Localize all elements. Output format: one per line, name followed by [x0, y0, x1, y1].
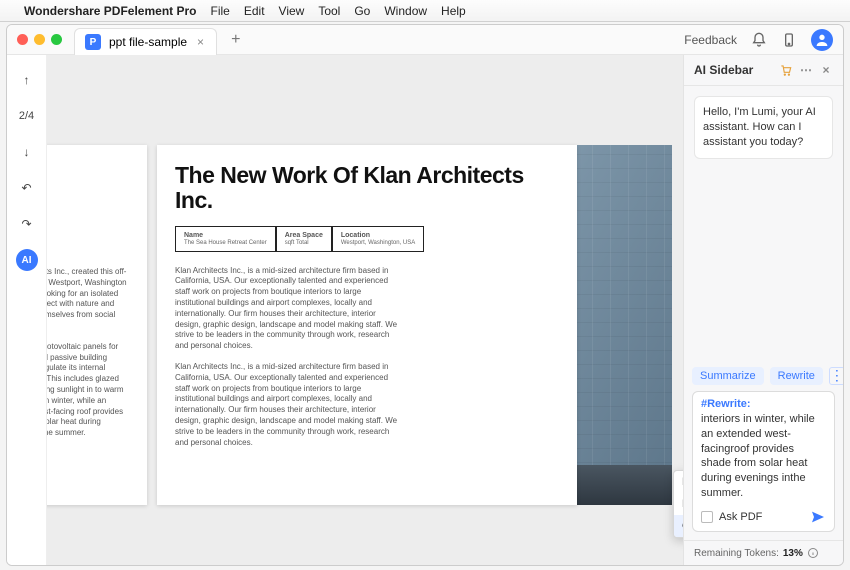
chip-summarize[interactable]: Summarize [692, 367, 764, 385]
ask-pdf-label: Ask PDF [719, 511, 762, 523]
redo-button[interactable]: ↷ [15, 213, 39, 235]
paragraph-2: Klan Architects Inc., is a mid-sized arc… [175, 362, 398, 448]
undo-button[interactable]: ↶ [15, 177, 39, 199]
ai-greeting: Hello, I'm Lumi, your AI assistant. How … [694, 96, 833, 159]
tab-close-icon[interactable]: × [195, 35, 206, 49]
document-canvas[interactable]: Klan Architects Inc., created this off-g… [47, 55, 683, 565]
page-left: Klan Architects Inc., created this off-g… [47, 145, 147, 505]
menu-item-proofread[interactable]: Proofread [674, 471, 683, 493]
menu-help[interactable]: Help [441, 4, 466, 18]
send-icon[interactable] [810, 509, 826, 525]
more-icon[interactable]: ⋯ [799, 63, 813, 77]
page-indicator: 2/4 [15, 105, 39, 127]
page-down-button[interactable]: ↓ [15, 141, 39, 163]
quick-actions: Summarize Rewrite ⋮ [684, 367, 843, 391]
feedback-button[interactable]: Feedback [684, 33, 737, 47]
menu-file[interactable]: File [211, 4, 230, 18]
mac-menubar: Wondershare PDFelement Pro File Edit Vie… [0, 0, 850, 22]
left-rail: ↑ 2/4 ↓ ↶ ↷ AI [7, 55, 47, 565]
zoom-icon[interactable] [51, 34, 62, 45]
menu-view[interactable]: View [279, 4, 305, 18]
bell-icon[interactable] [751, 32, 767, 48]
info-grid: NameThe Sea House Retreat Center Area Sp… [175, 226, 559, 252]
paragraph-1: Klan Architects Inc., is a mid-sized arc… [175, 266, 398, 352]
composer-tag: #Rewrite: [701, 398, 826, 410]
cart-icon[interactable] [779, 63, 793, 77]
minimize-icon[interactable] [34, 34, 45, 45]
sidebar-footer: Remaining Tokens: 13% [684, 540, 843, 565]
menu-edit[interactable]: Edit [244, 4, 265, 18]
close-sidebar-icon[interactable]: × [819, 63, 833, 77]
new-tab-button[interactable]: + [231, 31, 240, 49]
avatar[interactable] [811, 29, 833, 51]
pdf-icon: P [85, 34, 101, 50]
chip-more-button[interactable]: ⋮ [829, 367, 844, 385]
device-icon[interactable] [781, 32, 797, 48]
app-name[interactable]: Wondershare PDFelement Pro [24, 4, 197, 18]
composer[interactable]: #Rewrite: interiors in winter, while an … [692, 391, 835, 532]
menu-item-custom[interactable]: Custom [674, 515, 683, 537]
composer-text[interactable]: interiors in winter, while an extended w… [701, 412, 826, 501]
more-menu-popup: Proofread Explain Custom [673, 470, 683, 538]
ai-sidebar: AI Sidebar ⋯ × Hello, I'm Lumi, your AI … [683, 55, 843, 565]
doc-heading: The New Work Of Klan Architects Inc. [175, 163, 559, 214]
tokens-label: Remaining Tokens: [694, 548, 779, 559]
left-paragraph-2: It relies on photovoltaic panels for ele… [47, 342, 135, 439]
ai-button[interactable]: AI [16, 249, 38, 271]
page-right: The New Work Of Klan Architects Inc. Nam… [157, 145, 577, 505]
menu-window[interactable]: Window [384, 4, 427, 18]
app-window: P ppt file-sample × + Feedback ↑ 2/4 ↓ ↶… [6, 24, 844, 566]
document-tab[interactable]: P ppt file-sample × [74, 28, 217, 56]
chip-rewrite[interactable]: Rewrite [770, 367, 823, 385]
menu-go[interactable]: Go [354, 4, 370, 18]
menu-tool[interactable]: Tool [318, 4, 340, 18]
titlebar: P ppt file-sample × + Feedback [7, 25, 843, 55]
info-icon[interactable] [807, 547, 819, 559]
tokens-pct: 13% [783, 548, 803, 559]
sidebar-title: AI Sidebar [694, 63, 753, 77]
menu-item-explain[interactable]: Explain [674, 493, 683, 515]
page-up-button[interactable]: ↑ [15, 69, 39, 91]
traffic-lights [17, 34, 62, 45]
sidebar-header: AI Sidebar ⋯ × [684, 55, 843, 86]
tab-title: ppt file-sample [109, 35, 187, 49]
left-paragraph-1: Klan Architects Inc., created this off-g… [47, 267, 135, 332]
ask-pdf-checkbox[interactable] [701, 511, 713, 523]
close-icon[interactable] [17, 34, 28, 45]
